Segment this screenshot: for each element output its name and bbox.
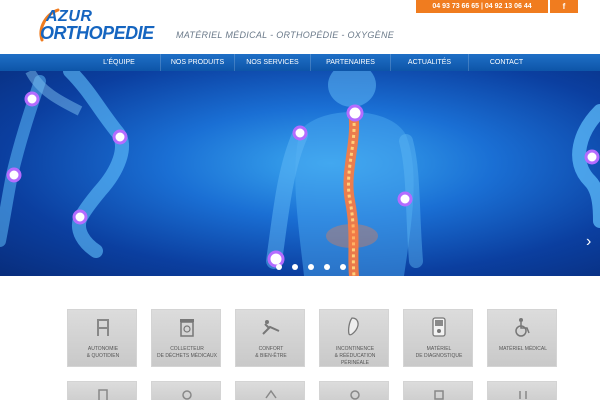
runner-figure-left <box>0 71 129 258</box>
logo-line-2: ORTHOPEDIE <box>40 23 154 43</box>
wheelchair-icon <box>488 316 558 338</box>
category-icon <box>152 386 222 400</box>
nav-item-services[interactable]: NOS SERVICES <box>234 54 310 71</box>
category-tile-collecteur[interactable]: COLLECTEUR DE DÉCHETS MÉDICAUX <box>151 309 221 367</box>
category-label: CONFORT & BIEN-ÊTRE <box>255 346 287 359</box>
nav-item-actualites[interactable]: ACTUALITÉS <box>390 54 468 71</box>
walker-icon <box>68 316 138 338</box>
tagline: MATÉRIEL MÉDICAL - ORTHOPÉDIE - OXYGÈNE <box>176 30 395 40</box>
slider-dot[interactable] <box>276 264 282 270</box>
category-icon <box>236 386 306 400</box>
facebook-icon: f <box>562 2 566 11</box>
category-tile-row2[interactable] <box>67 381 137 400</box>
site-logo[interactable]: AZUR ORTHOPEDIE <box>36 6 154 46</box>
category-tile-incontinence[interactable]: INCONTINENCE & RÉÉDUCATION PÉRINÉALE <box>319 309 389 367</box>
nav-item-partenaires[interactable]: PARTENAIRES <box>310 54 390 71</box>
category-tile-row2[interactable] <box>235 381 305 400</box>
main-nav: L'ÉQUIPE NOS PRODUITS NOS SERVICES PARTE… <box>0 54 600 71</box>
pad-icon <box>320 316 390 338</box>
category-label: MATÉRIEL DE DIAGNOSTIQUE <box>415 346 463 359</box>
joint-highlight-icon <box>397 191 413 207</box>
category-icon <box>68 386 138 400</box>
recliner-icon <box>236 316 306 338</box>
spine-figure-center <box>266 71 423 276</box>
joint-highlight-icon <box>6 167 22 183</box>
category-tile-row2[interactable] <box>151 381 221 400</box>
slider-dot[interactable] <box>340 264 346 270</box>
hero-slider[interactable]: › <box>0 71 600 276</box>
category-tile-row2[interactable] <box>487 381 557 400</box>
nav-item-contact[interactable]: CONTACT <box>468 54 544 71</box>
joint-highlight-icon <box>24 91 40 107</box>
category-tile-autonomie[interactable]: AUTONOMIE & QUOTIDIEN <box>67 309 137 367</box>
joint-highlight-icon <box>292 125 308 141</box>
category-icon <box>488 386 558 400</box>
category-tile-row2[interactable] <box>319 381 389 400</box>
slider-dots <box>276 264 356 272</box>
facebook-button[interactable]: f <box>550 0 578 13</box>
joint-highlight-icon <box>584 149 600 165</box>
category-icon <box>404 386 474 400</box>
category-tile-confort[interactable]: CONFORT & BIEN-ÊTRE <box>235 309 305 367</box>
category-label: MATÉRIEL MÉDICAL <box>498 346 548 352</box>
joint-highlight-icon <box>72 209 88 225</box>
category-label: AUTONOMIE & QUOTIDIEN <box>86 346 120 359</box>
biohazard-bin-icon <box>152 316 222 338</box>
category-tile-diagnostique[interactable]: MATÉRIEL DE DIAGNOSTIQUE <box>403 309 473 367</box>
slider-next-arrow[interactable]: › <box>586 233 598 257</box>
phone-numbers[interactable]: 04 93 73 66 65 | 04 92 13 06 44 <box>416 0 548 13</box>
category-label: COLLECTEUR DE DÉCHETS MÉDICAUX <box>156 346 217 359</box>
slider-dot[interactable] <box>324 264 330 270</box>
runner-figure-right <box>572 104 600 228</box>
category-tile-materiel-medical[interactable]: MATÉRIEL MÉDICAL <box>487 309 557 367</box>
nav-item-produits[interactable]: NOS PRODUITS <box>160 54 234 71</box>
category-icon <box>320 386 390 400</box>
category-grid: AUTONOMIE & QUOTIDIEN COLLECTEUR DE DÉCHET… <box>0 276 600 400</box>
slider-dot[interactable] <box>292 264 298 270</box>
hero-illustration <box>0 71 600 276</box>
joint-highlight-icon <box>112 129 128 145</box>
category-label: INCONTINENCE & RÉÉDUCATION PÉRINÉALE <box>334 346 376 366</box>
monitor-icon <box>404 316 474 338</box>
site-header: AZUR ORTHOPEDIE MATÉRIEL MÉDICAL - ORTHO… <box>0 0 600 54</box>
page: AZUR ORTHOPEDIE MATÉRIEL MÉDICAL - ORTHO… <box>0 0 600 400</box>
slider-dot[interactable] <box>308 264 314 270</box>
joint-highlight-icon <box>346 104 364 122</box>
nav-item-equipe[interactable]: L'ÉQUIPE <box>78 54 160 71</box>
category-tile-row2[interactable] <box>403 381 473 400</box>
